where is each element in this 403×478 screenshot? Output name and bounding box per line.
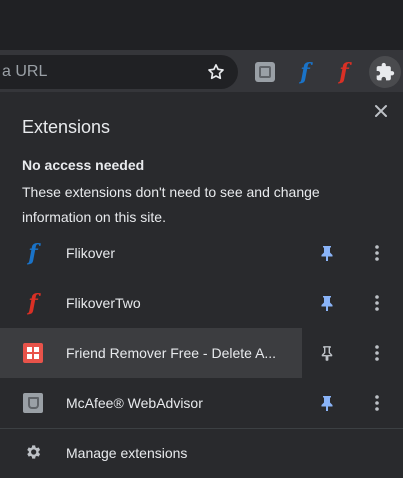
extension-name[interactable]: Friend Remover Free - Delete A... (66, 345, 276, 361)
extension-name[interactable]: McAfee® WebAdvisor (66, 395, 203, 411)
more-options-icon[interactable] (367, 341, 387, 365)
pin-icon[interactable] (317, 243, 337, 263)
menu-title: Extensions (22, 117, 111, 137)
mcafee-icon (22, 391, 44, 415)
extension-tile-icon[interactable] (253, 59, 277, 85)
more-options-icon[interactable] (367, 291, 387, 315)
manage-extensions-label[interactable]: Manage extensions (66, 445, 187, 461)
address-bar[interactable]: a URL (0, 55, 238, 89)
extension-row-mcafee[interactable]: McAfee® WebAdvisor (0, 378, 403, 428)
address-bar-text[interactable]: a URL (2, 63, 47, 81)
pin-icon[interactable] (317, 343, 337, 363)
pin-icon[interactable] (317, 293, 337, 313)
section-description: These extensions don't need to see and c… (22, 184, 320, 225)
more-options-icon[interactable] (367, 241, 387, 265)
tab-strip (0, 0, 403, 50)
close-icon[interactable] (370, 100, 392, 122)
extension-name[interactable]: FlikoverTwo (66, 295, 141, 311)
flikovertwo-icon[interactable]: f (332, 59, 356, 85)
flikover-icon: f (28, 240, 38, 266)
extension-row-flikover[interactable]: f Flikover (0, 228, 403, 278)
extension-row-flikovertwo[interactable]: f FlikoverTwo (0, 278, 403, 328)
gear-icon (22, 441, 44, 463)
extension-name[interactable]: Flikover (66, 245, 115, 261)
friend-remover-icon (22, 341, 44, 365)
bookmark-star-icon[interactable] (204, 58, 228, 86)
extension-row-friend-remover[interactable]: Friend Remover Free - Delete A... (0, 328, 403, 378)
extensions-puzzle-icon[interactable] (369, 56, 401, 88)
flikovertwo-icon: f (28, 290, 38, 316)
flikover-icon[interactable]: f (293, 59, 317, 85)
section-heading: No access needed (22, 157, 145, 173)
pin-icon[interactable] (317, 393, 337, 413)
manage-extensions-item[interactable]: Manage extensions (0, 429, 403, 478)
more-options-icon[interactable] (367, 391, 387, 415)
extensions-menu: Extensions No access needed These extens… (0, 92, 403, 478)
